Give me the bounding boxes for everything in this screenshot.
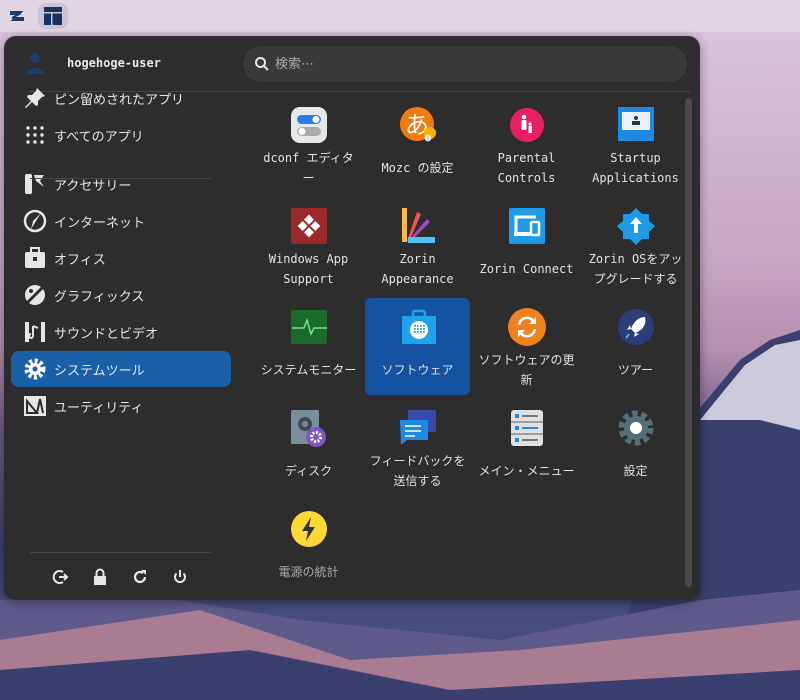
sidebar-item-graphics[interactable]: グラフィックス	[11, 277, 231, 313]
menu-layout-icon[interactable]	[38, 3, 68, 29]
sidebar-item-pin[interactable]: ピン留めされたアプリ	[11, 80, 231, 116]
app-disk[interactable]: ディスク	[256, 399, 361, 496]
power-button[interactable]	[169, 566, 191, 588]
search-box[interactable]	[243, 46, 687, 82]
sidebar-item-internet[interactable]: インターネット	[11, 203, 231, 239]
sidebar-item-label: グラフィックス	[54, 289, 145, 305]
monitor-icon	[291, 310, 327, 344]
app-upgrade[interactable]: Zorin OSをアップグレードする	[583, 197, 688, 294]
mozc-icon: あ	[400, 107, 436, 142]
app-settings[interactable]: 設定	[583, 399, 688, 496]
app-label: ツアー	[617, 363, 654, 377]
sidebar-item-office[interactable]: オフィス	[11, 240, 231, 276]
gear-icon	[22, 356, 48, 382]
app-label: 設定	[623, 464, 648, 478]
app-label: Parental Controls	[497, 151, 556, 185]
sidebar-item-label: ユーティリティ	[54, 400, 144, 416]
app-label: Startup Applications	[592, 151, 679, 185]
lock-button[interactable]	[89, 566, 111, 588]
feedback-icon	[400, 410, 436, 445]
sidebar-item-label: ピン留めされたアプリ	[54, 92, 185, 108]
app-monitor[interactable]: システムモニター	[256, 298, 361, 395]
parental-icon	[510, 108, 544, 142]
logout-icon	[52, 570, 69, 584]
app-dconf[interactable]: dconf エディター	[256, 96, 361, 193]
restart-icon	[133, 570, 147, 584]
power-icon	[174, 570, 186, 583]
app-connect[interactable]: Zorin Connect	[474, 197, 579, 294]
search-icon	[255, 57, 269, 71]
app-wine[interactable]: Windows App Support	[256, 197, 361, 294]
sound-video-icon	[22, 319, 48, 345]
startup-icon	[618, 107, 654, 141]
search-input[interactable]	[275, 46, 675, 82]
app-label: Zorin Appearance	[381, 252, 454, 286]
disk-icon	[291, 410, 326, 447]
app-update[interactable]: ソフトウェアの更新	[474, 298, 579, 395]
utilities-icon	[22, 393, 48, 419]
sidebar-item-label: インターネット	[54, 215, 146, 231]
sidebar-item-gear[interactable]: システムツール	[11, 351, 231, 387]
app-label: Zorin OSをアップグレードする	[588, 252, 683, 286]
app-label: ディスク	[284, 464, 333, 478]
sidebar-item-label: すべてのアプリ	[54, 129, 144, 145]
scrollbar[interactable]	[685, 98, 692, 587]
app-feedback[interactable]: フィードバックを送信する	[365, 399, 470, 496]
wine-icon	[291, 208, 327, 244]
sidebar-item-label: サウンドとビデオ	[54, 326, 159, 342]
sidebar-item-grid[interactable]: すべてのアプリ	[11, 117, 231, 153]
app-tour[interactable]: ツアー	[583, 298, 688, 395]
sidebar-item-utilities[interactable]: ユーティリティ	[11, 388, 231, 424]
app-label: 電源の統計	[278, 565, 339, 579]
graphics-icon	[22, 282, 48, 308]
app-label: Zorin Connect	[479, 262, 574, 276]
restart-button[interactable]	[129, 566, 151, 588]
update-icon	[508, 308, 546, 346]
app-label: Windows App Support	[268, 252, 349, 286]
app-parental[interactable]: Parental Controls	[474, 96, 579, 193]
app-label: dconf エディター	[263, 151, 354, 185]
app-appearance[interactable]: Zorin Appearance	[365, 197, 470, 294]
settings-icon	[618, 410, 654, 446]
power-stats-icon	[291, 511, 327, 547]
app-mozc[interactable]: あ Mozc の設定	[365, 96, 470, 193]
accessories-icon	[22, 171, 48, 197]
app-label: システムモニター	[260, 363, 357, 377]
app-mainmenu[interactable]: メイン・メニュー	[474, 399, 579, 496]
divider	[30, 552, 211, 553]
top-panel	[0, 0, 800, 32]
app-label: フィードバックを送信する	[369, 454, 466, 488]
dconf-icon	[291, 107, 327, 143]
app-label: Mozc の設定	[381, 161, 454, 175]
username: hogehoge-user	[67, 56, 161, 70]
app-startup[interactable]: Startup Applications	[583, 96, 688, 193]
divider	[30, 178, 211, 179]
avatar[interactable]	[20, 48, 56, 80]
sidebar-item-sound-video[interactable]: サウンドとビデオ	[11, 314, 231, 350]
upgrade-icon	[617, 208, 655, 245]
connect-icon	[509, 208, 545, 244]
app-label: メイン・メニュー	[478, 464, 575, 478]
grid-icon	[22, 122, 48, 148]
sidebar-item-label: システムツール	[54, 363, 145, 379]
pin-icon	[22, 85, 48, 111]
appearance-icon	[402, 208, 435, 243]
internet-icon	[22, 208, 48, 234]
software-icon	[402, 309, 436, 344]
tour-icon	[618, 309, 654, 345]
logout-button[interactable]	[50, 566, 72, 588]
app-label: ソフトウェアの更新	[478, 353, 575, 387]
app-software[interactable]: ソフトウェア	[365, 298, 470, 395]
sidebar-item-accessories[interactable]: アクセサリー	[11, 166, 231, 202]
office-icon	[22, 245, 48, 271]
app-power-stats[interactable]: 電源の統計	[256, 500, 361, 597]
mainmenu-icon	[511, 410, 543, 446]
lock-icon	[94, 568, 106, 585]
sidebar-item-label: オフィス	[54, 252, 106, 268]
start-menu: hogehoge-user ピン留めされたアプリすべてのアプリアクセサリーインタ…	[4, 36, 700, 600]
zorin-logo-icon[interactable]	[8, 7, 26, 25]
app-label: ソフトウェア	[381, 363, 454, 377]
